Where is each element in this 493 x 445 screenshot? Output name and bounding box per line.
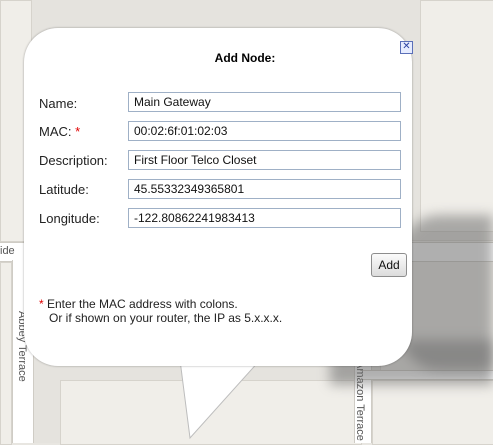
mac-input[interactable] (128, 121, 401, 141)
add-button[interactable]: Add (371, 253, 407, 277)
longitude-label: Longitude: (39, 211, 100, 226)
name-label: Name: (39, 96, 78, 111)
description-input[interactable] (128, 150, 401, 170)
required-marker: * (75, 124, 81, 139)
note-line-1: * Enter the MAC address with colons. (39, 297, 282, 311)
close-icon[interactable]: ✕ (400, 41, 413, 54)
name-input[interactable] (128, 92, 401, 112)
latitude-label: Latitude: (39, 182, 89, 197)
mac-label-text: MAC: (39, 124, 72, 139)
popup-title: Add Node: (214, 51, 276, 65)
note-line-2: Or if shown on your router, the IP as 5.… (49, 311, 283, 325)
mac-note: * Enter the MAC address with colons. Or … (39, 297, 282, 325)
note-line-1-text: Enter the MAC address with colons. (43, 297, 238, 311)
latitude-input[interactable] (128, 179, 401, 199)
longitude-input[interactable] (128, 208, 401, 228)
mac-label: MAC: * (39, 124, 80, 139)
description-label: Description: (39, 153, 108, 168)
